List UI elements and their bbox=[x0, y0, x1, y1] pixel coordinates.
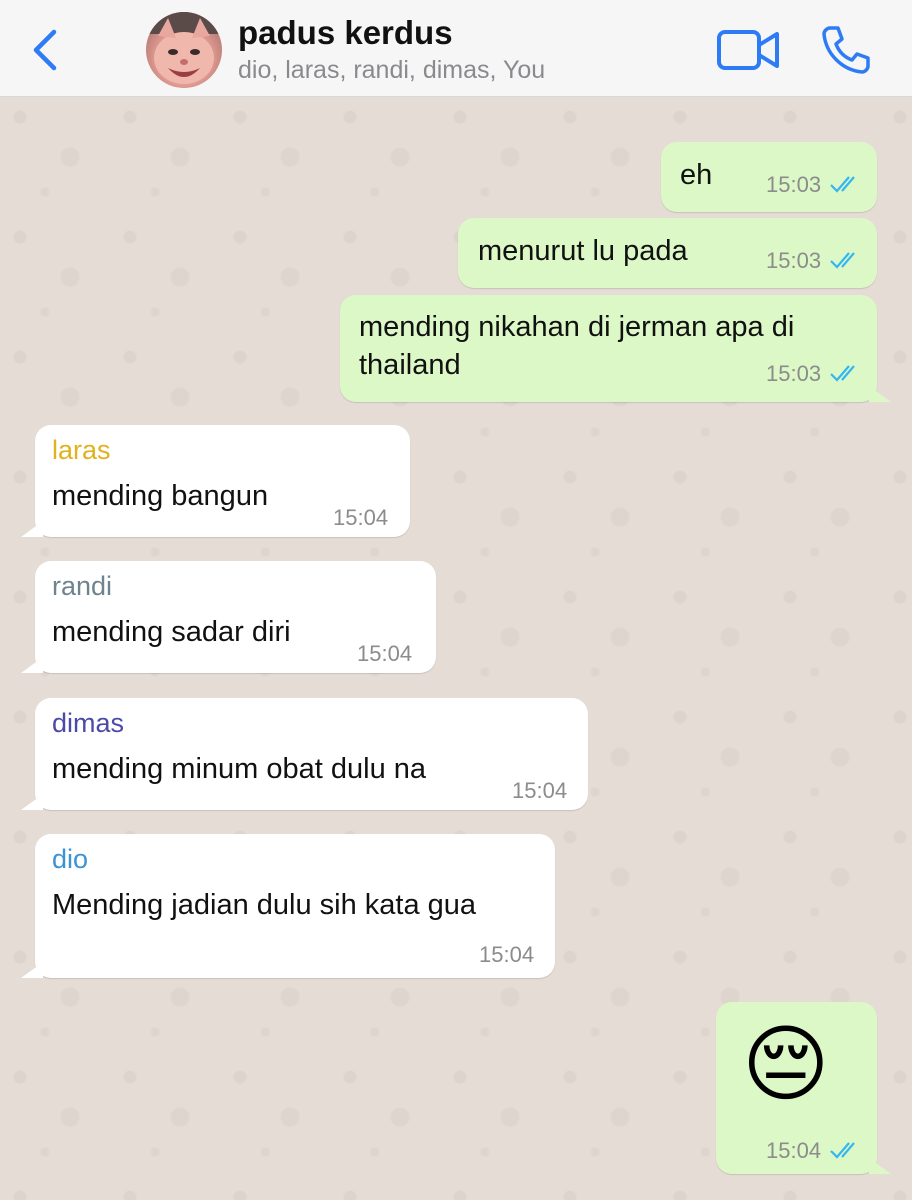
bubble-tail bbox=[21, 657, 43, 673]
message-text: eh bbox=[680, 159, 713, 191]
back-button[interactable] bbox=[22, 24, 66, 76]
outgoing-message[interactable]: menurut lu pada 15:03 bbox=[458, 218, 877, 288]
outgoing-emoji-message[interactable]: 😔 15:04 bbox=[716, 1002, 891, 1174]
message-time: 15:04 bbox=[479, 942, 535, 967]
group-members[interactable]: dio, laras, randi, dimas, You bbox=[238, 56, 545, 85]
chat-header: padus kerdus dio, laras, randi, dimas, Y… bbox=[0, 0, 912, 97]
chevron-left-icon bbox=[33, 29, 57, 71]
sender-name[interactable]: dio bbox=[52, 844, 88, 875]
sender-name[interactable]: randi bbox=[52, 571, 112, 602]
outgoing-message[interactable]: eh 15:03 bbox=[661, 142, 877, 212]
read-receipt-icon bbox=[830, 1142, 855, 1159]
group-avatar[interactable] bbox=[146, 12, 222, 88]
read-receipt-icon bbox=[830, 252, 855, 269]
read-receipt-icon bbox=[830, 365, 855, 382]
message-time: 15:03 bbox=[766, 361, 822, 386]
voice-call-button[interactable] bbox=[818, 22, 874, 78]
message-time: 15:04 bbox=[333, 505, 389, 530]
message-time: 15:04 bbox=[512, 778, 568, 803]
sender-name[interactable]: laras bbox=[52, 435, 111, 466]
bubble-tail bbox=[21, 794, 43, 810]
message-text-line-1: mending nikahan di jerman apa di bbox=[359, 311, 795, 343]
bubble-tail bbox=[869, 386, 891, 402]
bubble-tail bbox=[869, 1158, 891, 1174]
video-camera-icon bbox=[717, 30, 779, 70]
group-name[interactable]: padus kerdus bbox=[238, 14, 453, 52]
bubble-tail bbox=[21, 962, 43, 978]
message-time: 15:04 bbox=[357, 641, 413, 666]
incoming-message[interactable]: randi mending sadar diri 15:04 bbox=[21, 561, 436, 673]
incoming-message[interactable]: dio Mending jadian dulu sih kata gua 15:… bbox=[21, 834, 555, 978]
sender-name[interactable]: dimas bbox=[52, 708, 124, 739]
message-text: mending sadar diri bbox=[52, 616, 291, 648]
cat-face-image bbox=[146, 12, 222, 84]
bubble-tail bbox=[21, 521, 43, 537]
video-call-button[interactable] bbox=[716, 26, 782, 74]
read-receipt-icon bbox=[830, 176, 855, 193]
message-text: mending bangun bbox=[52, 480, 269, 512]
incoming-message[interactable]: laras mending bangun 15:04 bbox=[21, 425, 410, 537]
message-text: menurut lu pada bbox=[478, 235, 688, 267]
message-time: 15:03 bbox=[766, 172, 822, 197]
message-time: 15:04 bbox=[766, 1138, 822, 1163]
message-text: mending minum obat dulu na bbox=[52, 753, 427, 785]
incoming-message[interactable]: dimas mending minum obat dulu na 15:04 bbox=[21, 698, 588, 810]
chat-background: eh 15:03 menurut lu pada 15:03 mending n… bbox=[0, 97, 912, 1200]
phone-icon bbox=[822, 26, 870, 74]
pensive-face-emoji: 😔 bbox=[742, 1015, 830, 1113]
message-time: 15:03 bbox=[766, 248, 822, 273]
message-text-line-2: thailand bbox=[359, 349, 461, 381]
message-text: Mending jadian dulu sih kata gua bbox=[52, 889, 477, 921]
outgoing-message[interactable]: mending nikahan di jerman apa di thailan… bbox=[340, 295, 891, 402]
